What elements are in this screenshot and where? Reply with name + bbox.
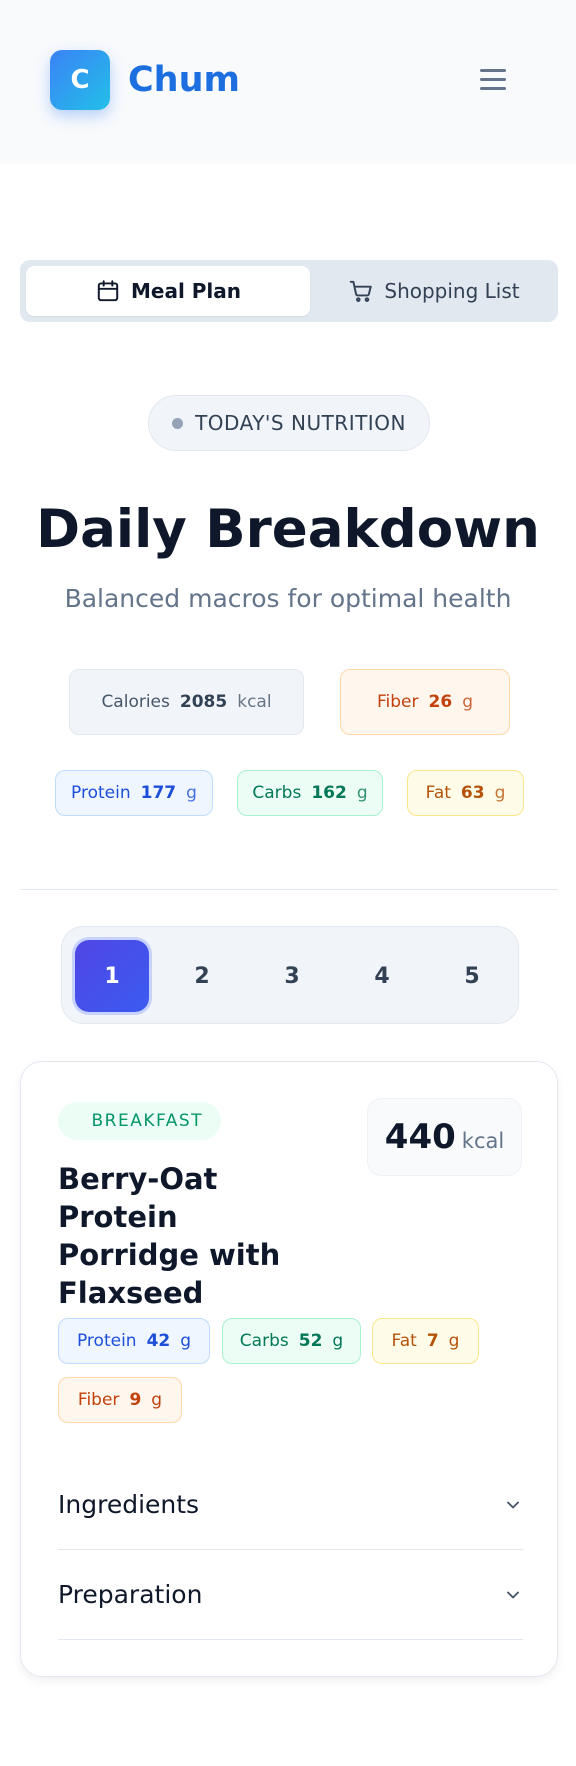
page-button-1[interactable]: 1: [75, 940, 149, 1012]
meal-carbs-chip: Carbs 52 g: [222, 1318, 361, 1364]
protein-label: Protein: [71, 783, 131, 803]
tab-meal-plan[interactable]: Meal Plan: [26, 266, 310, 316]
preparation-label: Preparation: [58, 1580, 203, 1609]
carbs-unit: g: [356, 783, 368, 803]
meal-carbs-label: Carbs: [239, 1331, 289, 1351]
fat-stat: Fat 63 g: [407, 770, 524, 816]
meal-protein-chip: Protein 42 g: [58, 1318, 210, 1364]
meal-carbs-unit: g: [332, 1331, 344, 1351]
fiber-value: 26: [428, 692, 453, 712]
meal-pager: 1 2 3 4 5: [61, 926, 519, 1024]
protein-value: 177: [140, 783, 177, 803]
protein-unit: g: [186, 783, 197, 803]
page-button-2[interactable]: 2: [165, 940, 239, 1012]
meal-name: Berry-Oat Protein Porridge with Flaxseed: [58, 1162, 281, 1310]
meal-type-badge: BREAKFAST: [58, 1102, 221, 1140]
app-header: C Chum: [0, 0, 576, 164]
calories-stat: Calories 2085 kcal: [69, 669, 304, 735]
calories-value: 2085: [179, 692, 228, 712]
meal-calories: 440 kcal: [367, 1098, 522, 1176]
meal-protein-value: 42: [146, 1331, 171, 1351]
app-name[interactable]: Chum: [128, 58, 240, 102]
section-divider: [20, 889, 558, 890]
chevron-down-icon: [507, 1501, 519, 1508]
logo-icon[interactable]: C: [50, 50, 110, 110]
meal-fat-unit: g: [448, 1331, 460, 1351]
meal-protein-unit: g: [180, 1331, 192, 1351]
meal-fat-label: Fat: [391, 1331, 417, 1351]
cart-icon: [350, 280, 373, 302]
fat-value: 63: [460, 783, 485, 803]
page-subtitle: Balanced macros for optimal health: [64, 584, 512, 613]
fiber-unit: g: [462, 692, 473, 712]
page-title: Daily Breakdown: [36, 499, 540, 560]
view-tabs: Meal Plan Shopping List: [20, 260, 558, 322]
page-button-5[interactable]: 5: [435, 940, 509, 1012]
tab-shopping-list[interactable]: Shopping List: [316, 266, 552, 316]
meal-fiber-label: Fiber: [77, 1390, 120, 1410]
meal-card: BREAKFAST Berry-Oat Protein Porridge wit…: [20, 1061, 558, 1677]
calories-label: Calories: [101, 692, 170, 712]
status-dot-icon: [172, 417, 184, 429]
ingredients-label: Ingredients: [58, 1490, 200, 1519]
preparation-toggle[interactable]: Preparation: [58, 1550, 523, 1640]
calories-unit: kcal: [237, 692, 272, 712]
fat-unit: g: [494, 783, 506, 803]
fat-label: Fat: [425, 783, 451, 803]
meal-calories-unit: kcal: [461, 1129, 505, 1153]
meal-carbs-value: 52: [298, 1331, 323, 1351]
todays-nutrition-badge: TODAY'S NUTRITION: [148, 395, 430, 451]
meal-fiber-unit: g: [151, 1390, 163, 1410]
meal-fiber-chip: Fiber 9 g: [58, 1377, 182, 1423]
meal-fat-value: 7: [426, 1331, 439, 1351]
fiber-label: Fiber: [377, 692, 419, 712]
todays-nutrition-label: TODAY'S NUTRITION: [195, 411, 406, 435]
ingredients-toggle[interactable]: Ingredients: [58, 1460, 523, 1550]
meal-protein-label: Protein: [76, 1331, 137, 1351]
carbs-label: Carbs: [252, 783, 302, 803]
carbs-value: 162: [311, 783, 347, 803]
calendar-icon: [97, 280, 119, 302]
tab-shopping-list-label: Shopping List: [384, 279, 520, 303]
carbs-stat: Carbs 162 g: [237, 770, 383, 816]
meal-fat-chip: Fat 7 g: [372, 1318, 479, 1364]
chevron-down-icon: [507, 1591, 519, 1598]
tab-meal-plan-label: Meal Plan: [130, 279, 242, 303]
fiber-stat: Fiber 26 g: [340, 669, 510, 735]
hamburger-menu-icon[interactable]: [476, 66, 510, 94]
protein-stat: Protein 177 g: [55, 770, 213, 816]
meal-fiber-value: 9: [129, 1390, 142, 1410]
page-button-3[interactable]: 3: [255, 940, 329, 1012]
page-button-4[interactable]: 4: [345, 940, 419, 1012]
meal-calories-value: 440: [384, 1117, 456, 1157]
